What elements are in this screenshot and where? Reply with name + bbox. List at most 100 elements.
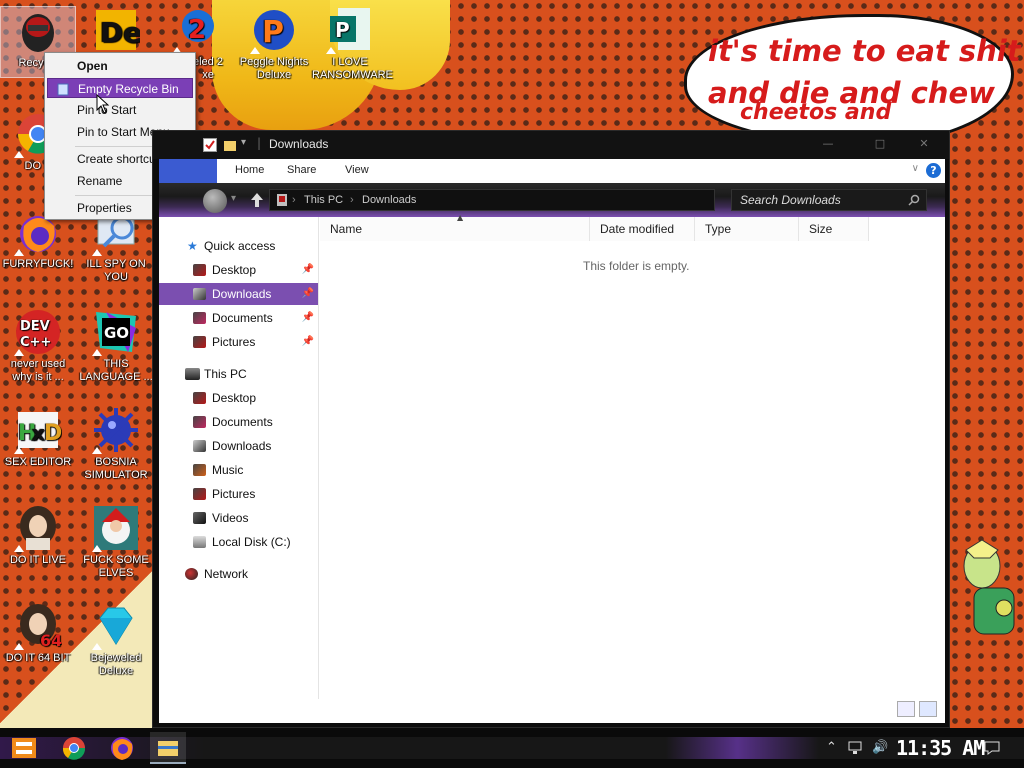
desktop-folder-icon xyxy=(193,264,206,276)
svg-text:De: De xyxy=(100,16,140,49)
details-view-button[interactable] xyxy=(897,701,915,717)
breadcrumb-downloads[interactable]: Downloads xyxy=(362,190,416,210)
svg-text:P: P xyxy=(262,15,284,50)
nav-pc-documents[interactable]: Documents xyxy=(159,411,318,433)
pin-icon[interactable]: 📌 xyxy=(302,331,314,353)
breadcrumb-this-pc[interactable]: This PC xyxy=(304,190,343,210)
desktop-icon-peggle-nights[interactable]: P Peggle Nights Deluxe xyxy=(236,6,312,82)
ribbon-expand-chevron-icon[interactable]: ∨ xyxy=(912,163,919,174)
title-bar[interactable]: ▾ | Downloads — □ ✕ xyxy=(153,131,949,159)
up-arrow-icon[interactable] xyxy=(249,191,265,209)
peggle-2-icon: 2 xyxy=(172,6,220,54)
desktop-icon-do-it-live[interactable]: DO IT LIVE xyxy=(0,504,76,567)
large-icons-view-button[interactable] xyxy=(919,701,937,717)
column-header-size[interactable]: Size xyxy=(799,217,869,241)
tab-home[interactable]: Home xyxy=(235,164,264,176)
tab-view[interactable]: View xyxy=(345,164,369,176)
shortcut-arrow-icon xyxy=(14,447,24,454)
taskbar-file-explorer-button[interactable] xyxy=(150,732,186,764)
maximize-button[interactable]: □ xyxy=(869,137,891,151)
show-hidden-icons-chevron-icon[interactable]: ⌃ xyxy=(826,740,837,755)
pin-icon[interactable]: 📌 xyxy=(302,307,314,329)
tab-file[interactable] xyxy=(159,159,217,183)
firefox-icon xyxy=(111,737,133,760)
explorer-window: ▾ | Downloads — □ ✕ Home Share View ∨ ? … xyxy=(152,130,950,728)
recent-locations-chevron-icon[interactable]: ▾ xyxy=(231,193,236,204)
nav-quick-access[interactable]: ★ Quick access xyxy=(159,235,318,257)
nav-pc-local-disk[interactable]: Local Disk (C:) xyxy=(159,531,318,553)
close-button[interactable]: ✕ xyxy=(913,137,935,151)
menu-item-empty-recycle-bin[interactable]: Empty Recycle Bin xyxy=(47,78,193,98)
desktop-folder-icon xyxy=(193,392,206,404)
shortcut-arrow-icon xyxy=(92,447,102,454)
nav-pc-desktop[interactable]: Desktop xyxy=(159,387,318,409)
nav-pc-videos[interactable]: Videos xyxy=(159,507,318,529)
folder-quick-icon[interactable] xyxy=(223,138,237,152)
nav-pc-pictures[interactable]: Pictures xyxy=(159,483,318,505)
nav-quick-desktop[interactable]: Desktop 📌 xyxy=(159,259,318,281)
nav-this-pc[interactable]: This PC xyxy=(159,363,318,385)
quick-access-toolbar-chevron-icon[interactable]: ▾ xyxy=(241,137,246,148)
desktop-icon-dev-cpp[interactable]: DEV C++ never used why is it ... xyxy=(0,308,76,384)
nav-network[interactable]: Network xyxy=(159,563,318,585)
nav-quick-downloads[interactable]: Downloads 📌 xyxy=(159,283,318,305)
desktop-icon-de[interactable]: De xyxy=(78,6,154,56)
tab-share[interactable]: Share xyxy=(287,164,316,176)
documents-folder-icon xyxy=(193,416,206,428)
navigation-pane: ★ Quick access Desktop 📌 Downloads 📌 Doc… xyxy=(159,217,319,699)
title-separator: | xyxy=(257,136,262,150)
help-icon[interactable]: ? xyxy=(926,163,941,178)
volume-icon[interactable]: 🔊 xyxy=(872,740,888,755)
svg-text:2: 2 xyxy=(188,15,206,45)
taskbar-chrome-button[interactable] xyxy=(56,732,92,764)
desktop-icon-sex-editor[interactable]: HxD SEX EDITOR xyxy=(0,406,76,469)
taskbar-clock[interactable]: 11:35 AM xyxy=(896,736,985,760)
svg-text:GO: GO xyxy=(104,324,129,342)
pin-icon[interactable]: 📌 xyxy=(302,283,314,305)
desktop-icon-fuck-some-elves[interactable]: FUCK SOME ELVES xyxy=(78,504,154,580)
start-button[interactable] xyxy=(6,732,42,764)
column-header-type[interactable]: Type xyxy=(695,217,799,241)
shortcut-arrow-icon xyxy=(326,47,336,54)
search-input[interactable]: Search Downloads xyxy=(731,189,927,211)
empty-folder-message: This folder is empty. xyxy=(583,259,690,273)
menu-item-open[interactable]: Open xyxy=(47,56,193,76)
bubble-line-1: it's time to eat shit xyxy=(708,34,1021,68)
file-explorer-icon xyxy=(158,741,178,756)
nav-pc-downloads[interactable]: Downloads xyxy=(159,435,318,457)
publisher-icon: P xyxy=(326,6,374,54)
desktop-icon-i-love-ransomware[interactable]: P I LOVE RANSOMWARE xyxy=(312,6,393,82)
nav-quick-pictures[interactable]: Pictures 📌 xyxy=(159,331,318,353)
menu-item-pin-to-start[interactable]: Pin to Start xyxy=(47,100,193,120)
desktop-icon-do-it-64-bit[interactable]: 64 DO IT 64 BIT xyxy=(0,602,76,665)
address-field[interactable]: › This PC › Downloads xyxy=(269,189,715,211)
checkbox-quick-icon[interactable] xyxy=(203,138,217,152)
breadcrumb-separator-icon: › xyxy=(350,194,354,206)
nav-pc-music[interactable]: Music xyxy=(159,459,318,481)
desktop-icon-goland[interactable]: GO THIS LANGUAGE ... xyxy=(78,308,154,384)
svg-text:D: D xyxy=(44,421,62,446)
goland-icon: GO xyxy=(92,308,140,356)
column-header-name[interactable]: Name xyxy=(320,217,590,241)
recycle-bin-small-icon xyxy=(56,82,70,96)
notifications-icon[interactable] xyxy=(984,740,1000,756)
taskbar-firefox-button[interactable] xyxy=(104,732,140,764)
hxd-icon: HxD xyxy=(14,406,62,454)
minimize-button[interactable]: — xyxy=(817,137,839,151)
dev-cpp-icon: DEV C++ xyxy=(14,308,62,356)
taskbar: ⌃ 🔊 11:35 AM xyxy=(0,728,1024,768)
pin-icon[interactable]: 📌 xyxy=(302,259,314,281)
shortcut-arrow-icon xyxy=(250,47,260,54)
desktop-icon-bejeweled-deluxe[interactable]: Bejeweled Deluxe xyxy=(78,602,154,678)
drive-icon xyxy=(193,536,206,548)
network-icon xyxy=(185,568,198,580)
column-header-date-modified[interactable]: Date modified xyxy=(590,217,695,241)
shortcut-arrow-icon xyxy=(14,249,24,256)
shortcut-arrow-icon xyxy=(92,643,102,650)
nav-quick-documents[interactable]: Documents 📌 xyxy=(159,307,318,329)
mine-ball-icon xyxy=(92,406,140,454)
recycle-bin-icon xyxy=(14,7,62,55)
desktop-icon-bosnia-simulator[interactable]: BOSNIA SIMULATOR xyxy=(78,406,154,482)
back-button[interactable] xyxy=(203,189,227,213)
network-tray-icon[interactable] xyxy=(848,741,864,755)
